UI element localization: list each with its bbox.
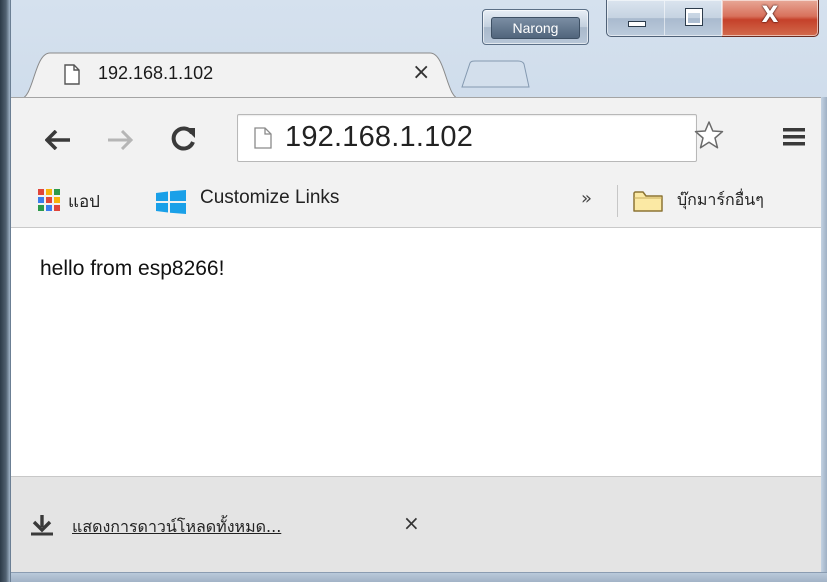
apps-label[interactable]: แอป <box>68 188 100 215</box>
maximize-icon <box>685 8 703 26</box>
close-window-button[interactable]: X <box>722 0 819 37</box>
minimize-icon <box>628 21 646 27</box>
download-icon <box>31 514 53 540</box>
page-text: hello from esp8266! <box>40 257 225 280</box>
page-icon <box>254 127 272 153</box>
profile-name: Narong <box>491 17 580 39</box>
hamburger-menu-icon[interactable] <box>783 128 805 150</box>
new-tab-button[interactable] <box>460 60 530 88</box>
address-bar[interactable]: 192.168.1.102 <box>237 114 697 162</box>
window-right-border <box>821 97 827 582</box>
download-shelf: แสดงการดาวน์โหลดทั้งหมด... × <box>11 476 827 573</box>
minimize-button[interactable] <box>606 0 666 37</box>
other-bookmarks-label[interactable]: บุ๊กมาร์กอื่นๆ <box>677 188 764 213</box>
window-caption-buttons: X <box>606 0 819 42</box>
back-arrow-icon[interactable] <box>44 129 71 154</box>
browser-window: Narong X 192.168.1.102 × 192.168.1.102 แ… <box>0 0 827 582</box>
reload-icon[interactable] <box>171 125 197 155</box>
address-text: 192.168.1.102 <box>285 121 474 153</box>
windows-logo-icon <box>156 190 186 218</box>
bookmark-customize-links[interactable]: Customize Links <box>200 187 339 209</box>
window-bottom-border <box>11 572 827 582</box>
bookmarks-bar: แอป Customize Links » บุ๊กมาร์กอื่นๆ <box>11 177 827 228</box>
page-content: hello from esp8266! <box>11 228 827 476</box>
bookmark-star-icon[interactable] <box>694 120 724 154</box>
close-icon: X <box>761 3 779 28</box>
maximize-button[interactable] <box>664 0 723 37</box>
folder-icon[interactable] <box>633 189 663 217</box>
tab-close-icon[interactable]: × <box>412 60 430 85</box>
tab-title: 192.168.1.102 <box>98 63 214 83</box>
profile-button[interactable]: Narong <box>482 9 589 45</box>
forward-arrow-icon[interactable] <box>107 129 134 154</box>
background-window-edge <box>0 0 10 582</box>
tab-active[interactable]: 192.168.1.102 × <box>20 52 460 100</box>
tab-shape <box>20 52 460 100</box>
apps-grid-icon[interactable] <box>38 189 60 215</box>
bookmarks-overflow-chevron[interactable]: » <box>581 188 592 209</box>
close-download-shelf-icon[interactable]: × <box>403 511 420 535</box>
toolbar: 192.168.1.102 <box>11 97 827 178</box>
show-all-downloads-link[interactable]: แสดงการดาวน์โหลดทั้งหมด... <box>72 515 281 540</box>
bookmarks-divider <box>617 185 618 217</box>
